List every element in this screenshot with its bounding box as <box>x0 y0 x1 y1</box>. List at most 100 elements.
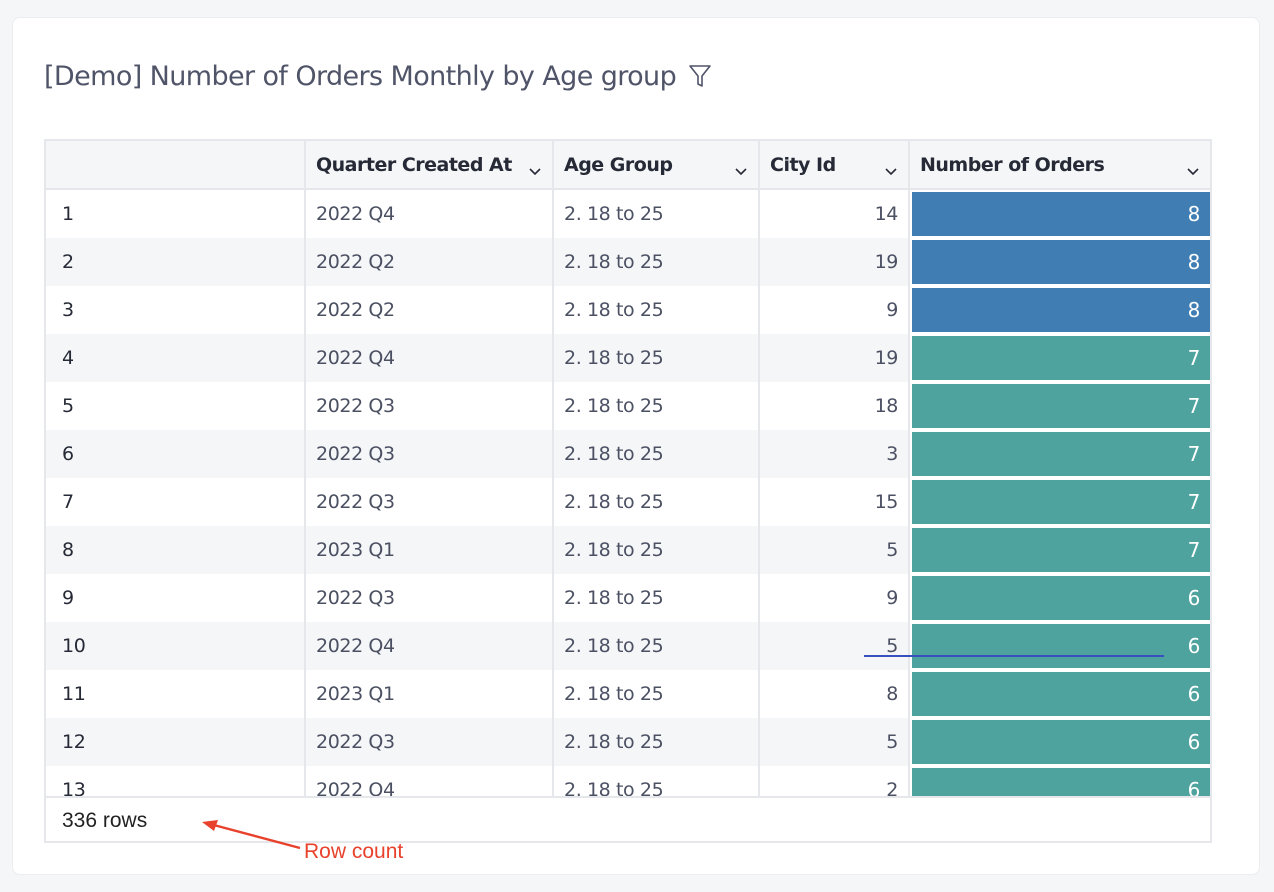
cell-index: 10 <box>46 622 306 670</box>
cell-quarter: 2022 Q3 <box>306 574 554 622</box>
cell-orders: 7 <box>910 430 1210 478</box>
cell-age-group: 2. 18 to 25 <box>554 526 760 574</box>
cell-age-group: 2. 18 to 25 <box>554 334 760 382</box>
cell-quarter: 2022 Q4 <box>306 190 554 238</box>
orders-color-cell: 8 <box>912 288 1210 332</box>
cell-city-id: 5 <box>760 622 910 670</box>
table-row[interactable]: 5 2022 Q3 2. 18 to 25 18 7 <box>46 382 1210 430</box>
orders-color-cell: 7 <box>912 480 1210 524</box>
cell-orders: 7 <box>910 334 1210 382</box>
cell-index: 3 <box>46 286 306 334</box>
cell-quarter: 2022 Q4 <box>306 766 554 796</box>
row-count: 336 rows <box>62 808 148 832</box>
cell-quarter: 2022 Q3 <box>306 382 554 430</box>
cell-orders: 7 <box>910 382 1210 430</box>
cell-orders: 7 <box>910 526 1210 574</box>
table-row[interactable]: 9 2022 Q3 2. 18 to 25 9 6 <box>46 574 1210 622</box>
cell-orders: 8 <box>910 190 1210 238</box>
table-row[interactable]: 3 2022 Q2 2. 18 to 25 9 8 <box>46 286 1210 334</box>
orders-color-cell: 6 <box>912 624 1210 668</box>
cell-city-id: 15 <box>760 478 910 526</box>
cell-age-group: 2. 18 to 25 <box>554 286 760 334</box>
cell-index: 9 <box>46 574 306 622</box>
cell-index: 1 <box>46 190 306 238</box>
annotation-arrow-icon <box>202 820 301 850</box>
orders-color-cell: 7 <box>912 432 1210 476</box>
orders-color-cell: 8 <box>912 192 1210 236</box>
cell-city-id: 19 <box>760 238 910 286</box>
orders-color-cell: 6 <box>912 768 1210 796</box>
chevron-down-icon[interactable] <box>884 160 898 175</box>
cell-index: 5 <box>46 382 306 430</box>
scroll-indicator <box>864 655 1164 657</box>
cell-quarter: 2022 Q3 <box>306 430 554 478</box>
orders-color-cell: 7 <box>912 528 1210 572</box>
orders-color-cell: 7 <box>912 384 1210 428</box>
table-row[interactable]: 10 2022 Q4 2. 18 to 25 5 6 <box>46 622 1210 670</box>
cell-quarter: 2023 Q1 <box>306 526 554 574</box>
cell-quarter: 2022 Q4 <box>306 622 554 670</box>
table-row[interactable]: 1 2022 Q4 2. 18 to 25 14 8 <box>46 190 1210 238</box>
cell-quarter: 2022 Q2 <box>306 286 554 334</box>
table-body[interactable]: 1 2022 Q4 2. 18 to 25 14 8 2 2022 Q2 2. 18 to 2… <box>46 190 1210 796</box>
table-row[interactable]: 4 2022 Q4 2. 18 to 25 19 7 <box>46 334 1210 382</box>
cell-city-id: 8 <box>760 670 910 718</box>
orders-color-cell: 7 <box>912 336 1210 380</box>
header-index-column <box>46 141 306 188</box>
cell-orders: 8 <box>910 238 1210 286</box>
report-title: [Demo] Number of Orders Monthly by Age g… <box>44 60 677 92</box>
table-row[interactable]: 12 2022 Q3 2. 18 to 25 5 6 <box>46 718 1210 766</box>
cell-index: 11 <box>46 670 306 718</box>
cell-age-group: 2. 18 to 25 <box>554 574 760 622</box>
table-row[interactable]: 6 2022 Q3 2. 18 to 25 3 7 <box>46 430 1210 478</box>
table-row[interactable]: 11 2023 Q1 2. 18 to 25 8 6 <box>46 670 1210 718</box>
orders-color-cell: 6 <box>912 672 1210 716</box>
cell-age-group: 2. 18 to 25 <box>554 718 760 766</box>
data-table: Quarter Created At Age Group City Id Number… <box>44 139 1212 843</box>
header-label: Quarter Created At <box>316 153 512 176</box>
cell-index: 7 <box>46 478 306 526</box>
header-label: City Id <box>770 153 836 176</box>
cell-city-id: 5 <box>760 526 910 574</box>
cell-city-id: 2 <box>760 766 910 796</box>
cell-city-id: 9 <box>760 286 910 334</box>
cell-quarter: 2023 Q1 <box>306 670 554 718</box>
filter-icon[interactable] <box>688 63 712 89</box>
cell-age-group: 2. 18 to 25 <box>554 382 760 430</box>
cell-quarter: 2022 Q3 <box>306 478 554 526</box>
header-city-id-column[interactable]: City Id <box>760 141 910 188</box>
cell-age-group: 2. 18 to 25 <box>554 622 760 670</box>
table-row[interactable]: 7 2022 Q3 2. 18 to 25 15 7 <box>46 478 1210 526</box>
cell-city-id: 3 <box>760 430 910 478</box>
cell-orders: 6 <box>910 622 1210 670</box>
chevron-down-icon[interactable] <box>1186 160 1200 175</box>
header-label: Number of Orders <box>920 153 1105 176</box>
cell-city-id: 19 <box>760 334 910 382</box>
cell-index: 12 <box>46 718 306 766</box>
header-number-of-orders-column[interactable]: Number of Orders <box>910 141 1210 188</box>
cell-index: 8 <box>46 526 306 574</box>
table-row[interactable]: 8 2023 Q1 2. 18 to 25 5 7 <box>46 526 1210 574</box>
cell-city-id: 9 <box>760 574 910 622</box>
cell-orders: 6 <box>910 718 1210 766</box>
cell-age-group: 2. 18 to 25 <box>554 238 760 286</box>
chevron-down-icon[interactable] <box>528 160 542 175</box>
header-age-group-column[interactable]: Age Group <box>554 141 760 188</box>
table-row[interactable]: 13 2022 Q4 2. 18 to 25 2 6 <box>46 766 1210 796</box>
cell-orders: 6 <box>910 574 1210 622</box>
header-label: Age Group <box>564 153 673 176</box>
cell-age-group: 2. 18 to 25 <box>554 670 760 718</box>
header-quarter-created-at-column[interactable]: Quarter Created At <box>306 141 554 188</box>
table-row[interactable]: 2 2022 Q2 2. 18 to 25 19 8 <box>46 238 1210 286</box>
cell-orders: 6 <box>910 670 1210 718</box>
report-header: [Demo] Number of Orders Monthly by Age g… <box>44 56 712 96</box>
orders-color-cell: 6 <box>912 720 1210 764</box>
cell-index: 6 <box>46 430 306 478</box>
cell-age-group: 2. 18 to 25 <box>554 190 760 238</box>
cell-city-id: 5 <box>760 718 910 766</box>
cell-age-group: 2. 18 to 25 <box>554 430 760 478</box>
cell-index: 2 <box>46 238 306 286</box>
orders-color-cell: 6 <box>912 576 1210 620</box>
cell-city-id: 18 <box>760 382 910 430</box>
chevron-down-icon[interactable] <box>734 160 748 175</box>
